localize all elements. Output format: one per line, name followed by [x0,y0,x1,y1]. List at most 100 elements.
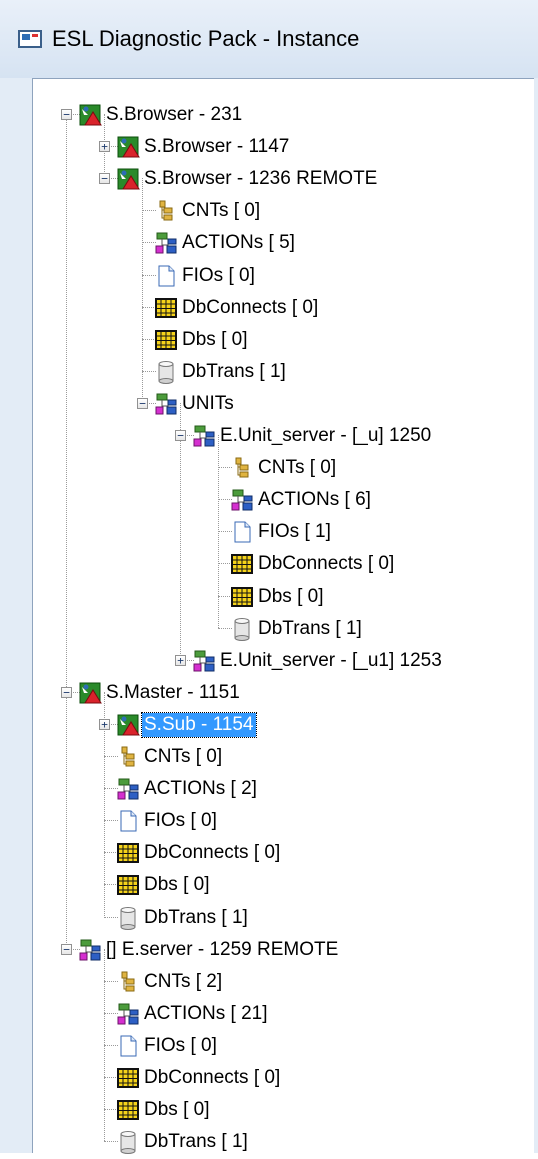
tree-node-label[interactable]: UNITs [180,392,236,416]
service-icon [116,135,140,159]
tree-node[interactable]: DbTrans [ 1] [33,904,533,934]
file-icon [154,264,178,288]
tree-node-label[interactable]: DbConnects [ 0] [142,841,282,865]
tree-node-label[interactable]: ACTIONs [ 2] [142,777,259,801]
db-icon [116,1130,140,1155]
service-icon [116,167,140,191]
grid-icon [230,552,254,576]
tree-node-label[interactable]: DbTrans [ 1] [256,617,364,641]
tree-node[interactable]: CNTs [ 0] [33,743,533,773]
tree-node[interactable]: DbConnects [ 0] [33,294,533,324]
tree-node[interactable]: Dbs [ 0] [33,1096,533,1126]
tree-node[interactable]: Dbs [ 0] [33,583,533,613]
tree-node-label[interactable]: CNTs [ 2] [142,970,224,994]
tree-node-label[interactable]: FIOs [ 0] [142,1034,219,1058]
tree-node[interactable]: DbConnects [ 0] [33,550,533,580]
tree-node[interactable]: + S.Sub - 1154 [33,711,533,741]
expand-icon[interactable]: + [99,718,110,730]
tree-node-label[interactable]: CNTs [ 0] [142,745,224,769]
tree-node[interactable]: DbTrans [ 1] [33,615,533,645]
tree-node[interactable]: FIOs [ 0] [33,262,533,292]
tree-node-label[interactable]: DbConnects [ 0] [180,296,320,320]
file-icon [116,809,140,833]
tree-node[interactable]: CNTs [ 0] [33,197,533,227]
expand-icon[interactable]: + [175,654,186,666]
tree-node-label[interactable]: Dbs [ 0] [142,873,211,897]
tree-node[interactable]: CNTs [ 2] [33,968,533,998]
tree-node[interactable]: − S.Browser - 231 [33,101,533,131]
tree-node-label[interactable]: FIOs [ 1] [256,520,333,544]
tree-node-label[interactable]: DbConnects [ 0] [256,552,396,576]
tree-node[interactable]: − S.Master - 1151 [33,679,533,709]
action-icon [78,938,102,962]
tree-node[interactable]: Dbs [ 0] [33,871,533,901]
tree-node[interactable]: FIOs [ 0] [33,1032,533,1062]
collapse-icon[interactable]: − [61,686,72,698]
collapse-icon[interactable]: − [99,173,110,185]
app-window: ESL Diagnostic Pack - Instance − S.Browse… [0,0,538,1155]
tree-node-label[interactable]: E.Unit_server - [_u] 1250 [218,424,433,448]
tree-node-label[interactable]: Dbs [ 0] [256,585,325,609]
cnt-icon [116,745,140,769]
service-icon [116,713,140,737]
tree-node[interactable]: FIOs [ 0] [33,807,533,837]
tree-node-label[interactable]: ACTIONs [ 6] [256,488,373,512]
action-icon [192,424,216,448]
file-icon [230,520,254,544]
tree-node-label[interactable]: DbConnects [ 0] [142,1066,282,1090]
tree-node-label[interactable]: S.Browser - 1147 [142,135,291,159]
tree-node-label[interactable]: S.Browser - 231 [104,103,244,127]
tree-node[interactable]: + E.Unit_server - [_u1] 1253 [33,647,533,677]
tree-node-label[interactable]: FIOs [ 0] [142,809,219,833]
tree-node[interactable]: ACTIONs [ 2] [33,775,533,805]
tree-node[interactable]: − UNITs [33,390,533,420]
tree-node[interactable]: ACTIONs [ 5] [33,229,533,259]
action-icon [230,488,254,512]
tree-node-label[interactable]: S.Master - 1151 [104,681,242,705]
collapse-icon[interactable]: − [175,430,186,441]
tree-node-label[interactable]: S.Browser - 1236 REMOTE [142,167,379,191]
cnt-icon [116,970,140,994]
action-icon [192,649,216,673]
tree-node-label[interactable]: E.Unit_server - [_u1] 1253 [218,649,444,673]
tree-node[interactable]: Dbs [ 0] [33,326,533,356]
tree-node-label[interactable]: DbTrans [ 1] [180,360,288,384]
tree-node-label[interactable]: CNTs [ 0] [180,199,262,223]
action-icon [154,392,178,416]
window-title: ESL Diagnostic Pack - Instance [52,26,360,51]
tree-node[interactable]: FIOs [ 1] [33,518,533,548]
collapse-icon[interactable]: − [137,397,148,409]
tree-node-label[interactable]: ACTIONs [ 5] [180,231,297,255]
tree-node[interactable]: DbConnects [ 0] [33,839,533,869]
collapse-icon[interactable]: − [61,943,72,955]
tree-node[interactable]: ACTIONs [ 21] [33,1000,533,1030]
app-window-icon [18,30,42,48]
tree-node-label[interactable]: [] E.server - 1259 REMOTE [104,938,340,962]
tree-node[interactable]: DbTrans [ 1] [33,358,533,388]
tree-node[interactable]: DbConnects [ 0] [33,1064,533,1094]
tree-node-label[interactable]: DbTrans [ 1] [142,1130,250,1154]
tree-node[interactable]: − S.Browser - 1236 REMOTE [33,165,533,195]
tree-node[interactable]: − [] E.server - 1259 REMOTE [33,936,533,966]
tree-node[interactable]: DbTrans [ 1] [33,1128,533,1158]
tree-node[interactable]: − E.Unit_server - [_u] 1250 [33,422,533,452]
tree-node-label[interactable]: Dbs [ 0] [142,1098,211,1122]
cnt-icon [230,456,254,480]
title-bar[interactable]: ESL Diagnostic Pack - Instance [0,0,538,78]
expand-icon[interactable]: + [99,141,110,153]
tree-node-label[interactable]: CNTs [ 0] [256,456,338,480]
tree-node-label[interactable]: ACTIONs [ 21] [142,1002,270,1026]
grid-icon [154,328,178,352]
tree-node-label-selected[interactable]: S.Sub - 1154 [141,711,257,738]
grid-icon [116,841,140,865]
tree-node-label[interactable]: FIOs [ 0] [180,264,257,288]
tree-node-label[interactable]: DbTrans [ 1] [142,906,250,930]
grid-icon [116,873,140,897]
db-icon [154,360,178,384]
tree-node[interactable]: CNTs [ 0] [33,454,533,484]
tree-node[interactable]: ACTIONs [ 6] [33,486,533,516]
collapse-icon[interactable]: − [61,109,72,120]
tree-node[interactable]: + S.Browser - 1147 [33,133,533,163]
tree-node-label[interactable]: Dbs [ 0] [180,328,249,352]
tree-view[interactable]: − S.Browser - 231 + S.Browser - 1147 − S.Brow… [32,78,538,1155]
